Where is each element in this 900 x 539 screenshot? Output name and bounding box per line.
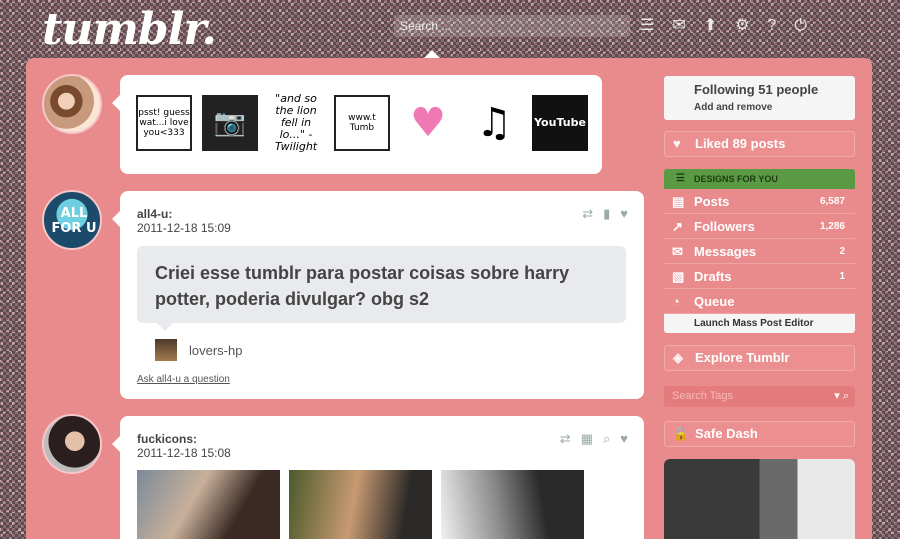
asker[interactable]: lovers-hp <box>155 339 242 361</box>
stat-label: Drafts <box>694 269 732 284</box>
post-date: 2011-12-18 15:08 <box>137 446 231 460</box>
zoom-icon[interactable]: ⌕ <box>603 431 610 447</box>
asker-name[interactable]: lovers-hp <box>189 343 242 358</box>
avatar[interactable] <box>42 414 102 474</box>
tag-search-input[interactable]: Search Tags ▾ ⌕ <box>664 386 855 407</box>
gear-icon[interactable]: ⚙ <box>735 15 749 37</box>
question-bubble: Criei esse tumblr para postar coisas sob… <box>137 246 626 331</box>
liked-label: Liked 89 posts <box>695 136 786 151</box>
stat-label: Messages <box>694 244 757 259</box>
quote-sticker[interactable]: "and so the lion fell in lo..." -Twiligh… <box>268 93 324 153</box>
mass-post-editor-link[interactable]: Launch Mass Post Editor <box>664 314 855 333</box>
post-author[interactable]: fuckicons: <box>137 432 197 446</box>
messages-icon: ✉ <box>672 244 683 259</box>
post-author[interactable]: all4-u: <box>137 207 172 221</box>
asker-avatar[interactable] <box>155 339 177 361</box>
post-actions: ⇄ ▮ ♥ <box>582 206 628 222</box>
search-icon[interactable]: ▾ ⌕ <box>834 386 849 407</box>
note-sticker[interactable]: psst! guess wat...i love you<333 <box>136 95 192 151</box>
avatar[interactable] <box>42 74 102 134</box>
help-icon[interactable]: ? <box>768 15 777 37</box>
upload-icon[interactable]: ⬆ <box>704 15 717 37</box>
explore-tumblr-button[interactable]: ◈ Explore Tumblr <box>664 345 855 371</box>
stat-label: Followers <box>694 219 755 234</box>
browser-sticker[interactable]: www.t Tumb <box>334 95 390 151</box>
photoset <box>137 470 584 539</box>
posts-icon: ▤ <box>672 194 685 209</box>
tumblr-logo[interactable]: tumblr. <box>42 4 217 55</box>
drafts-icon: ▧ <box>672 269 685 284</box>
heart-icon: ♥ <box>673 136 681 151</box>
designs-label: DESIGNS FOR YOU <box>694 174 778 184</box>
question-text: Criei esse tumblr para postar coisas sob… <box>155 263 570 309</box>
nav-pointer <box>424 50 440 58</box>
avatar-text: ALL FOR U <box>51 206 97 236</box>
camera-icon[interactable]: 📷 <box>202 95 258 151</box>
search-input[interactable]: Search ... <box>394 15 630 37</box>
safe-dash-button[interactable]: 🔒 Safe Dash <box>664 421 855 447</box>
designs-banner[interactable]: ☰ DESIGNS FOR YOU <box>664 169 855 189</box>
blog-stats: ▤ Posts 6,587 ↗ Followers 1,286 ✉ Messag… <box>664 189 855 314</box>
explore-label: Explore Tumblr <box>695 350 790 365</box>
music-note-icon[interactable]: ♫ <box>466 95 522 151</box>
post-card: all4-u: 2011-12-18 15:09 ⇄ ▮ ♥ Criei ess… <box>112 191 644 399</box>
bookmark-icon[interactable]: ▮ <box>603 206 610 222</box>
ask-question-link[interactable]: Ask all4-u a question <box>137 374 230 385</box>
stat-count: 1 <box>839 271 845 282</box>
tag-search-placeholder: Search Tags <box>672 390 733 402</box>
photo[interactable] <box>289 470 432 539</box>
stat-label: Queue <box>694 294 735 309</box>
list-icon: ☰ <box>676 173 685 184</box>
thumbnail-icon[interactable]: ▦ <box>581 431 593 447</box>
safe-dash-label: Safe Dash <box>695 426 758 441</box>
post-card: fuckicons: 2011-12-18 15:08 ⇄ ▦ ⌕ ♥ <box>112 416 644 539</box>
youtube-sticker[interactable]: YouTube <box>532 95 588 151</box>
top-nav-icons: ☰ ✉ ⬆ ⚙ ? ⏻ <box>640 15 807 37</box>
queue-icon: ◔ <box>672 294 680 309</box>
radar-image[interactable] <box>664 459 855 539</box>
lock-icon: 🔒 <box>673 426 690 441</box>
stat-messages[interactable]: ✉ Messages 2 <box>664 239 855 264</box>
post-actions: ⇄ ▦ ⌕ ♥ <box>560 431 628 447</box>
liked-posts-button[interactable]: ♥ Liked 89 posts <box>664 131 855 157</box>
stat-count: 6,587 <box>819 196 845 207</box>
photo[interactable] <box>441 470 584 539</box>
like-heart-icon[interactable]: ♥ <box>620 431 628 447</box>
reblog-icon[interactable]: ⇄ <box>582 206 593 222</box>
post-date: 2011-12-18 15:09 <box>137 221 231 235</box>
stat-drafts[interactable]: ▧ Drafts 1 <box>664 264 855 289</box>
add-remove-link[interactable]: Add and remove <box>694 102 855 113</box>
post-card: psst! guess wat...i love you<333 📷 "and … <box>112 75 602 174</box>
followers-icon: ↗ <box>672 219 683 234</box>
stat-followers[interactable]: ↗ Followers 1,286 <box>664 214 855 239</box>
sticker-row: psst! guess wat...i love you<333 📷 "and … <box>136 93 588 153</box>
following-box[interactable]: Following 51 people Add and remove <box>664 76 855 120</box>
dashboard-icon[interactable]: ☰ <box>640 15 654 37</box>
reblog-icon[interactable]: ⇄ <box>560 431 571 447</box>
photo[interactable] <box>137 470 280 539</box>
stat-count: 1,286 <box>819 221 845 232</box>
stat-label: Posts <box>694 194 730 209</box>
like-heart-icon[interactable]: ♥ <box>620 206 628 222</box>
mail-icon[interactable]: ✉ <box>672 15 685 37</box>
stat-count: 2 <box>839 246 845 257</box>
following-count[interactable]: Following 51 people <box>694 82 855 97</box>
avatar[interactable]: ALL FOR U <box>42 190 102 250</box>
stat-queue[interactable]: ◔ Queue <box>664 289 855 314</box>
heart-icon[interactable]: ♥ <box>400 95 456 151</box>
stat-posts[interactable]: ▤ Posts 6,587 <box>664 189 855 214</box>
tag-icon: ◈ <box>673 350 683 365</box>
power-icon[interactable]: ⏻ <box>794 15 807 37</box>
